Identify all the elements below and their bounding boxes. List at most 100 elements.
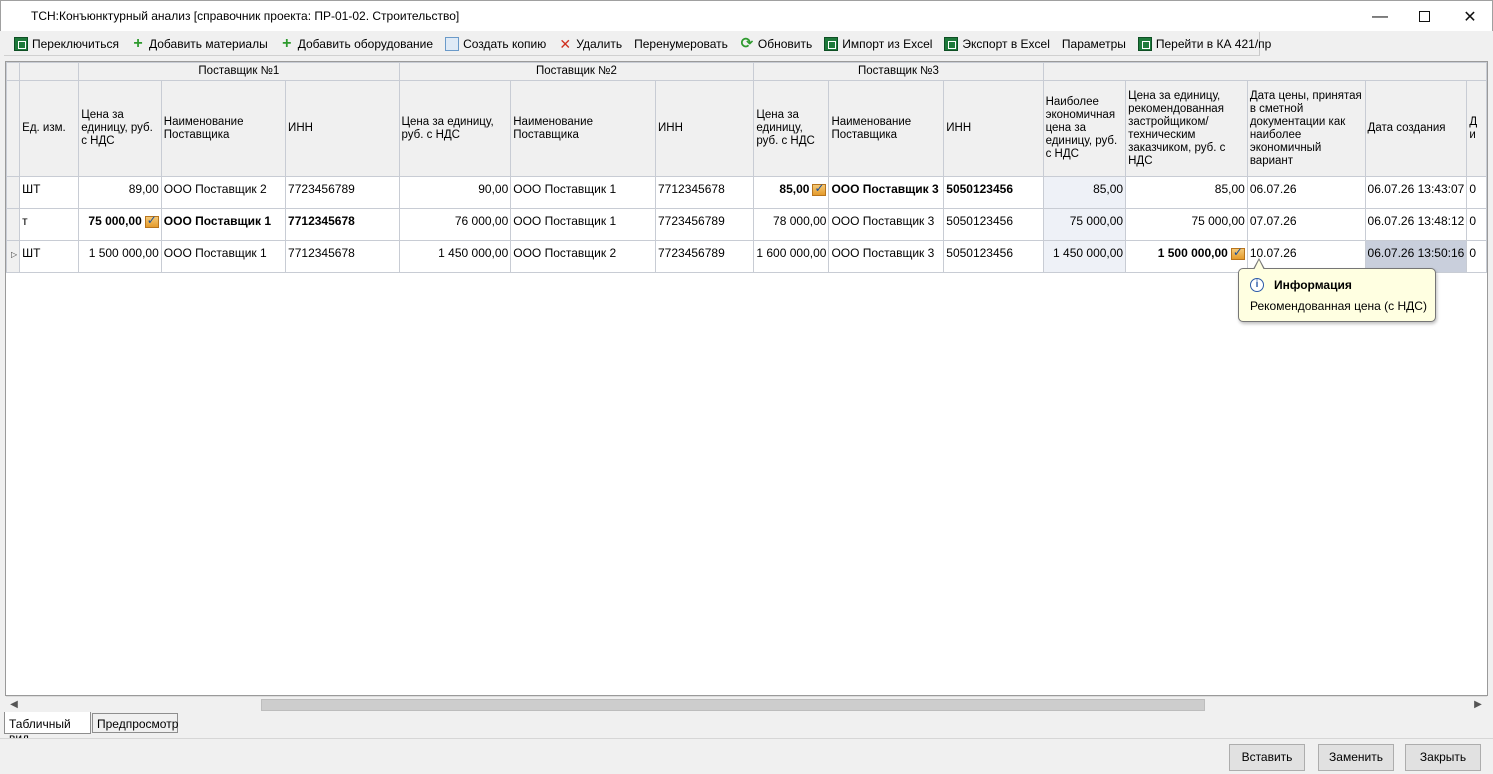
delete-button[interactable]: ✕ Удалить [554,33,626,55]
minimize-button[interactable]: — [1357,1,1403,32]
cell-s3-price[interactable]: 78 000,00 [753,208,830,241]
cell-unit[interactable]: ШТ [19,240,80,273]
column-header-price-date[interactable]: Дата цены, принятая в сметной документац… [1246,80,1366,177]
replace-button[interactable]: Заменить [1318,744,1394,771]
cell-s3-inn[interactable]: 5050123456 [943,176,1044,209]
column-header-s2-name[interactable]: Наименование Поставщика [510,80,656,177]
excel-ka-icon [14,36,28,51]
column-header-s1-name[interactable]: Наименование Поставщика [160,80,287,177]
cell-recommended-price[interactable]: 1 500 000,00 [1125,240,1248,273]
import-excel-button[interactable]: Импорт из Excel [820,33,936,55]
column-header-s1-price[interactable]: Цена за единицу, руб. с НДС [78,80,162,177]
goto-ka-button[interactable]: Перейти в КА 421/пр [1134,33,1275,55]
cell-s1-inn[interactable]: 7712345678 [285,240,400,273]
scroll-thumb[interactable] [261,699,1205,711]
cell-s1-name[interactable]: ООО Поставщик 1 [160,208,287,241]
cell-s2-price[interactable]: 1 450 000,00 [398,240,512,273]
cell-s1-price-value: 75 000,00 [88,214,142,228]
cell-s2-name[interactable]: ООО Поставщик 1 [510,176,656,209]
cell-s1-inn[interactable]: 7712345678 [285,208,400,241]
column-header-s3-name[interactable]: Наименование Поставщика [828,80,945,177]
cell-s2-price[interactable]: 76 000,00 [398,208,512,241]
cell-s3-name[interactable]: ООО Поставщик 3 [828,176,945,209]
column-header-econ-price[interactable]: Наиболее экономичная цена за единицу, ру… [1042,80,1127,177]
cell-unit[interactable]: т [19,208,80,241]
column-header-s3-price[interactable]: Цена за единицу, руб. с НДС [753,80,830,177]
cell-s3-price[interactable]: 85,00 [753,176,830,209]
cell-s3-inn[interactable]: 5050123456 [943,240,1044,273]
cell-s3-price[interactable]: 1 600 000,00 [753,240,830,273]
cell-s1-price[interactable]: 75 000,00 [78,208,162,241]
cell-recommended-price[interactable]: 75 000,00 [1125,208,1248,241]
cell-cut[interactable]: 0 [1466,176,1487,209]
selected-check-icon [812,181,827,196]
column-header-recommended-price[interactable]: Цена за единицу, рекомендованная застрой… [1125,80,1248,177]
parameters-button[interactable]: Параметры [1058,33,1130,55]
cell-s3-inn[interactable]: 5050123456 [943,208,1044,241]
switch-button[interactable]: Переключиться [10,33,123,55]
cell-s1-name[interactable]: ООО Поставщик 1 [160,240,287,273]
cell-unit[interactable]: ШТ [19,176,80,209]
row-indicator[interactable]: ▷ [6,240,21,273]
column-header-created[interactable]: Дата создания [1364,80,1468,177]
cell-s2-inn[interactable]: 7723456789 [654,240,755,273]
cell-econ-price[interactable]: 75 000,00 [1042,208,1127,241]
cell-s2-inn[interactable]: 7712345678 [654,176,755,209]
tooltip-pointer-inner [1254,260,1264,270]
cell-s1-price[interactable]: 89,00 [78,176,162,209]
cell-s2-price[interactable]: 90,00 [398,176,512,209]
cell-econ-price[interactable]: 1 450 000,00 [1042,240,1127,273]
row-indicator[interactable] [6,176,21,209]
refresh-button[interactable]: ⟳ Обновить [736,33,816,55]
add-equipment-label: Добавить оборудование [297,36,434,51]
cell-s1-inn[interactable]: 7723456789 [285,176,400,209]
horizontal-scrollbar[interactable]: ◀ ▶ [6,696,1487,712]
row-indicator[interactable] [6,208,21,241]
cell-s2-name[interactable]: ООО Поставщик 1 [510,208,656,241]
column-header-unit[interactable]: Ед. изм. [19,80,80,177]
cell-cut[interactable]: 0 [1466,240,1487,273]
create-copy-button[interactable]: Создать копию [441,33,550,55]
cell-s2-inn[interactable]: 7723456789 [654,208,755,241]
cell-s3-price-value: 85,00 [779,182,810,196]
tab-preview[interactable]: Предпросмотр [92,713,178,733]
insert-button[interactable]: Вставить [1229,744,1305,771]
cell-s3-name[interactable]: ООО Поставщик 3 [828,208,945,241]
create-copy-label: Создать копию [463,36,547,51]
data-grid[interactable]: Поставщик №1 Поставщик №2 Поставщик №3 Е… [5,61,1488,696]
parameters-label: Параметры [1061,36,1126,51]
refresh-label: Обновить [757,36,813,51]
export-excel-button[interactable]: Экспорт в Excel [940,33,1053,55]
column-header-s3-inn[interactable]: ИНН [943,80,1044,177]
add-materials-button[interactable]: + Добавить материалы [127,33,272,55]
add-equipment-button[interactable]: + Добавить оборудование [276,33,437,55]
table-row[interactable]: ШТ 89,00 ООО Поставщик 2 7723456789 90,0… [6,176,1487,209]
switch-label: Переключиться [32,36,119,51]
cell-s1-price[interactable]: 1 500 000,00 [78,240,162,273]
cell-econ-price[interactable]: 85,00 [1042,176,1127,209]
close-window-button[interactable]: ✕ [1447,1,1493,32]
cell-cut[interactable]: 0 [1466,208,1487,241]
maximize-button[interactable] [1401,1,1447,32]
cell-created[interactable]: 06.07.26 13:43:07 [1364,176,1468,209]
cell-price-date[interactable]: 07.07.26 [1246,208,1366,241]
cell-s1-name[interactable]: ООО Поставщик 2 [160,176,287,209]
scroll-right-icon[interactable]: ▶ [1470,698,1486,712]
cell-s3-name[interactable]: ООО Поставщик 3 [828,240,945,273]
cell-s2-name[interactable]: ООО Поставщик 2 [510,240,656,273]
renumber-button[interactable]: Перенумеровать [630,33,732,55]
column-header-cut[interactable]: Д и [1466,80,1487,177]
column-header-s1-inn[interactable]: ИНН [285,80,400,177]
table-row[interactable]: т 75 000,00 ООО Поставщик 1 7712345678 7… [6,208,1487,241]
column-header-s2-price[interactable]: Цена за единицу, руб. с НДС [398,80,512,177]
minimize-icon: — [1372,7,1388,25]
tab-table-view[interactable]: Табличный вид [4,712,91,745]
group-header-empty [1042,62,1487,81]
column-header-s2-inn[interactable]: ИНН [654,80,755,177]
close-button[interactable]: Закрыть [1405,744,1481,771]
refresh-icon: ⟳ [740,34,754,52]
cell-created[interactable]: 06.07.26 13:48:12 [1364,208,1468,241]
cell-price-date[interactable]: 06.07.26 [1246,176,1366,209]
scroll-left-icon[interactable]: ◀ [6,698,22,712]
cell-recommended-price[interactable]: 85,00 [1125,176,1248,209]
